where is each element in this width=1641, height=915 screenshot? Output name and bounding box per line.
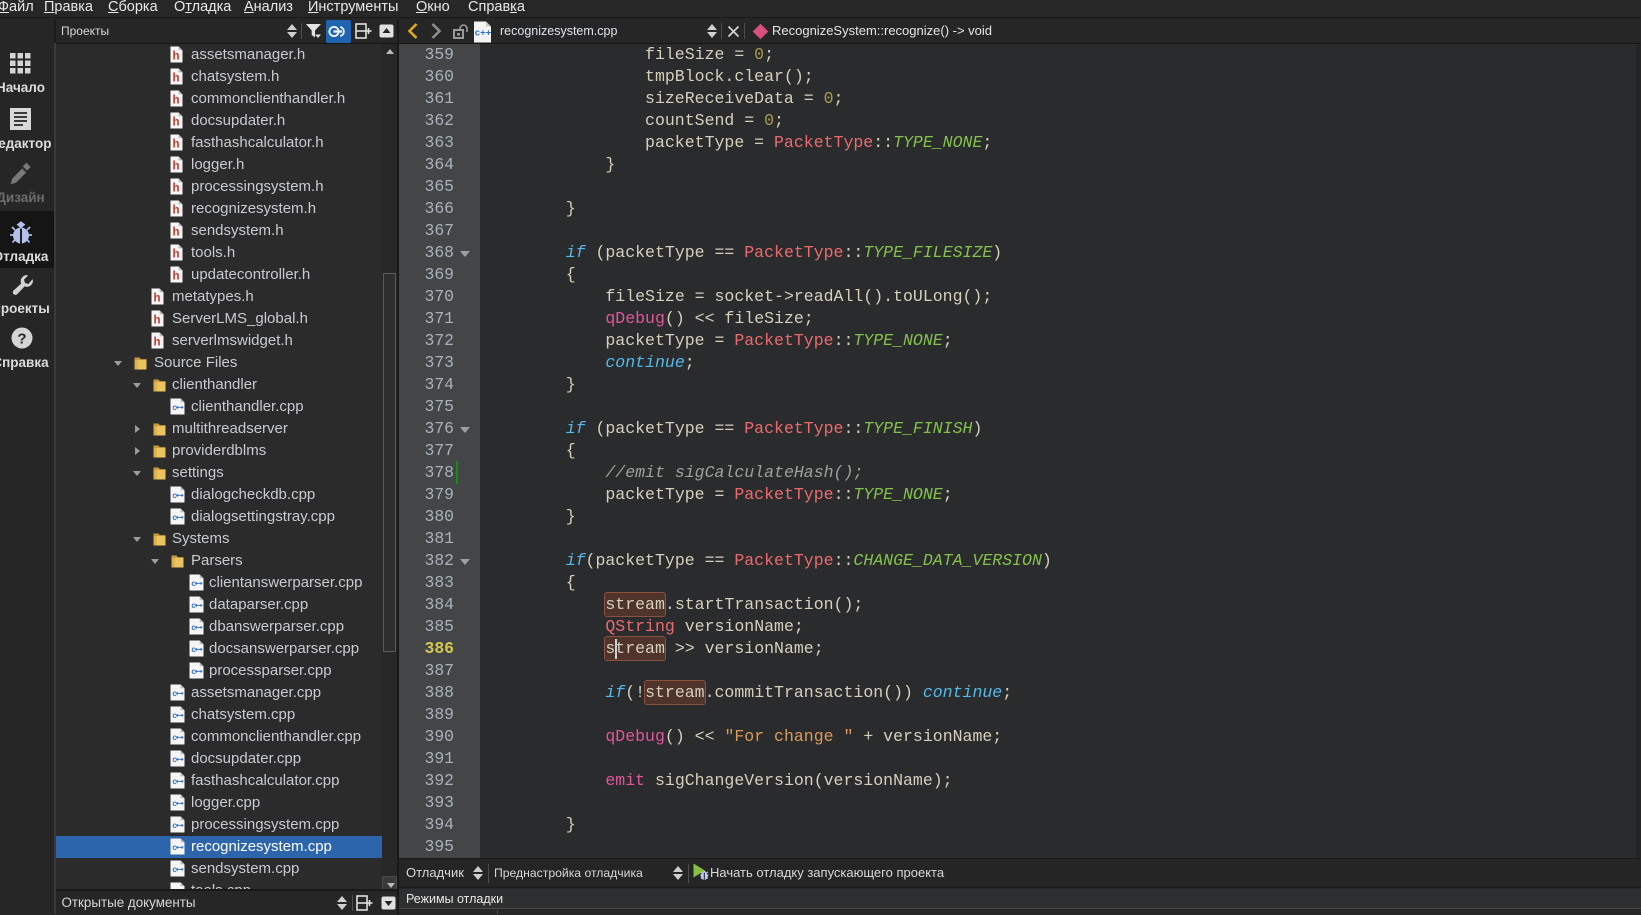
svg-text:h: h bbox=[172, 205, 179, 217]
svg-text:h: h bbox=[172, 183, 179, 195]
svg-text:h: h bbox=[154, 293, 161, 305]
svg-text:?: ? bbox=[17, 331, 26, 348]
svg-text:h: h bbox=[154, 337, 161, 349]
svg-text:h: h bbox=[172, 73, 179, 85]
svg-text:h: h bbox=[172, 95, 179, 107]
svg-text:h: h bbox=[172, 271, 179, 283]
svg-text:h: h bbox=[154, 315, 161, 327]
svg-text:h: h bbox=[172, 117, 179, 129]
svg-text:h: h bbox=[172, 161, 179, 173]
svg-text:h: h bbox=[172, 227, 179, 239]
svg-text:h: h bbox=[172, 249, 179, 261]
svg-text:h: h bbox=[172, 139, 179, 151]
svg-text:h: h bbox=[172, 51, 179, 63]
svg-text:c++: c++ bbox=[475, 28, 492, 39]
